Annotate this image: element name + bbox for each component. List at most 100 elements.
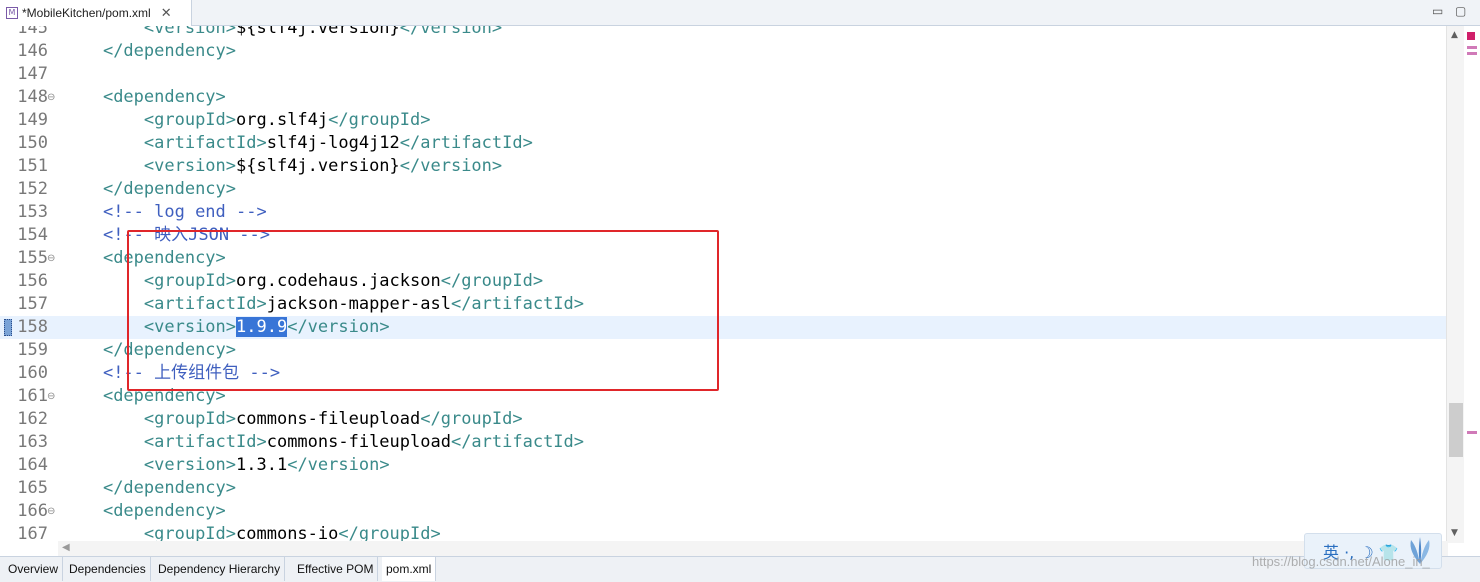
code-line[interactable]: 164 <version>1.3.1</version>	[0, 454, 1446, 477]
scroll-left-icon[interactable]: ◀	[62, 542, 70, 553]
line-number: 153	[17, 202, 48, 222]
scroll-up-icon[interactable]: ▲	[1451, 30, 1458, 40]
xml-text	[62, 248, 103, 268]
xml-text	[62, 271, 144, 291]
line-number: 156	[17, 271, 48, 291]
xml-text: commons-fileupload	[266, 432, 451, 452]
tab-pom-xml[interactable]: pom.xml	[382, 557, 437, 581]
code-line[interactable]: 148 ⊖ <dependency>	[0, 86, 1446, 109]
line-number: 166	[17, 501, 48, 521]
code-line[interactable]: 146 </dependency>	[0, 40, 1446, 63]
xml-text	[62, 294, 144, 314]
fold-toggle-icon[interactable]: ⊖	[47, 86, 55, 109]
tab-overview[interactable]: Overview	[4, 557, 64, 581]
xml-text	[62, 363, 103, 383]
xml-text	[62, 340, 103, 360]
code-line[interactable]: 149 <groupId>org.slf4j</groupId>	[0, 109, 1446, 132]
line-number: 161	[17, 386, 48, 406]
code-line[interactable]: 155 ⊖ <dependency>	[0, 247, 1446, 270]
minimize-icon[interactable]: ▭	[1432, 4, 1443, 18]
code-line[interactable]: 153 <!-- log end -->	[0, 201, 1446, 224]
xml-text	[62, 478, 103, 498]
code-content: <version>${slf4j.version}</version>	[62, 26, 502, 40]
code-content: </dependency>	[62, 477, 236, 500]
vertical-scroll-thumb[interactable]	[1449, 403, 1463, 457]
xml-tag: </dependency>	[102, 179, 237, 199]
code-editor[interactable]: 145 <version>${slf4j.version}</version> 1…	[0, 26, 1446, 543]
code-line[interactable]: 162 <groupId>commons-fileupload</groupId…	[0, 408, 1446, 431]
code-line[interactable]: 147	[0, 63, 1446, 86]
line-number: 167	[17, 524, 48, 543]
editor-tab-pom[interactable]: M *MobileKitchen/pom.xml ✕	[0, 0, 192, 26]
line-number: 158	[17, 317, 48, 337]
scroll-down-icon[interactable]: ▼	[1451, 528, 1458, 538]
xml-tag: </version>	[287, 455, 390, 475]
code-content: <dependency>	[62, 500, 226, 523]
code-line[interactable]: 150 <artifactId>slf4j-log4j12</artifactI…	[0, 132, 1446, 155]
xml-tag: </artifactId>	[450, 294, 585, 314]
xml-tag: </artifactId>	[399, 133, 533, 153]
code-line[interactable]: 156 <groupId>org.codehaus.jackson</group…	[0, 270, 1446, 293]
maximize-icon[interactable]: ▢	[1455, 4, 1466, 18]
overview-ruler[interactable]	[1464, 26, 1480, 543]
line-number: 150	[17, 133, 48, 153]
code-line[interactable]: 163 <artifactId>commons-fileupload</arti…	[0, 431, 1446, 454]
xml-text	[62, 317, 144, 337]
xml-tag: </version>	[399, 156, 503, 176]
xml-comment: <!-- 映入JSON -->	[102, 225, 271, 245]
fold-toggle-icon[interactable]: ⊖	[47, 385, 55, 408]
overview-marker[interactable]	[1467, 431, 1477, 434]
xml-tag: </groupId>	[328, 110, 431, 130]
code-line[interactable]: 152 </dependency>	[0, 178, 1446, 201]
code-content: <version>1.9.9</version>	[62, 316, 390, 339]
code-line[interactable]: 160 <!-- 上传组件包 -->	[0, 362, 1446, 385]
fold-toggle-icon[interactable]: ⊖	[47, 247, 55, 270]
xml-tag: <artifactId>	[143, 432, 267, 452]
xml-comment: <!-- 上传组件包 -->	[102, 363, 281, 383]
xml-text	[62, 110, 144, 130]
xml-text: ${slf4j.version}	[236, 26, 400, 38]
code-content: </dependency>	[62, 339, 236, 362]
line-number: 147	[17, 64, 48, 84]
xml-tag: <dependency>	[102, 248, 226, 268]
xml-text	[62, 26, 144, 38]
tab-dependency-hierarchy[interactable]: Dependency Hierarchy	[154, 557, 286, 581]
watermark: https://blog.csdn.net/Alone_in_	[1252, 554, 1430, 569]
tab-dependencies[interactable]: Dependencies	[65, 557, 151, 581]
error-indicator-icon[interactable]	[1467, 32, 1475, 40]
code-line[interactable]: 158 <version>1.9.9</version>	[0, 316, 1446, 339]
horizontal-scrollbar[interactable]: ◀	[58, 541, 1448, 556]
xml-tag: </version>	[399, 26, 503, 38]
xml-text	[62, 501, 103, 521]
xml-tag: <dependency>	[102, 386, 226, 406]
code-content: <groupId>commons-io</groupId>	[62, 523, 441, 543]
overview-marker[interactable]	[1467, 46, 1477, 49]
xml-tag: <artifactId>	[143, 133, 267, 153]
code-line[interactable]: 154 <!-- 映入JSON -->	[0, 224, 1446, 247]
close-icon[interactable]: ✕	[161, 6, 172, 21]
xml-tag: <artifactId>	[143, 294, 267, 314]
tab-effective-pom[interactable]: Effective POM	[293, 557, 379, 581]
maven-file-icon: M	[6, 7, 18, 19]
code-line[interactable]: 161 ⊖ <dependency>	[0, 385, 1446, 408]
line-number: 160	[17, 363, 48, 383]
code-line[interactable]: 159 </dependency>	[0, 339, 1446, 362]
xml-text	[62, 225, 103, 245]
line-number: 152	[17, 179, 48, 199]
line-number: 148	[17, 87, 48, 107]
code-line[interactable]: 167 <groupId>commons-io</groupId>	[0, 523, 1446, 543]
xml-text	[62, 202, 103, 222]
code-content: <dependency>	[62, 247, 226, 270]
overview-marker[interactable]	[1467, 52, 1477, 55]
code-line[interactable]: 145 <version>${slf4j.version}</version>	[0, 26, 1446, 40]
fold-toggle-icon[interactable]: ⊖	[47, 500, 55, 523]
code-line[interactable]: 165 </dependency>	[0, 477, 1446, 500]
vertical-scrollbar[interactable]: ▲ ▼	[1446, 26, 1464, 543]
code-content: <artifactId>jackson-mapper-asl</artifact…	[62, 293, 584, 316]
code-line[interactable]: 166 ⊖ <dependency>	[0, 500, 1446, 523]
code-line[interactable]: 151 <version>${slf4j.version}</version>	[0, 155, 1446, 178]
xml-text	[62, 156, 144, 176]
xml-text	[62, 41, 103, 61]
code-line[interactable]: 157 <artifactId>jackson-mapper-asl</arti…	[0, 293, 1446, 316]
line-number: 154	[17, 225, 48, 245]
